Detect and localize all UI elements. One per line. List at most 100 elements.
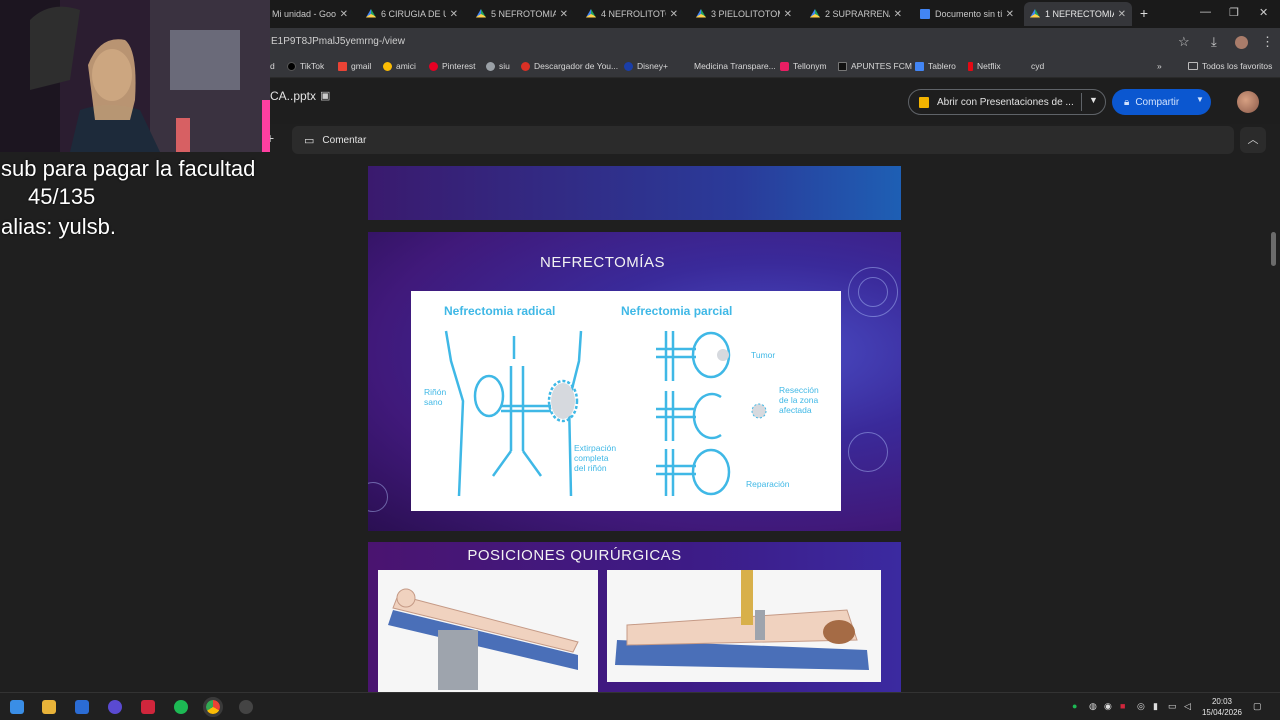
- minimize-icon[interactable]: —: [1200, 6, 1211, 18]
- download-icon[interactable]: ⤓: [1211, 34, 1217, 50]
- bookmark-siu[interactable]: siu: [486, 61, 510, 71]
- close-icon[interactable]: ✕: [894, 9, 902, 20]
- label-extirpacion-1: Extirpación: [574, 443, 616, 453]
- bookmark-label: Tablero: [928, 61, 956, 71]
- tab-label: 4 NEFROLITOTOM: [601, 9, 666, 19]
- tab-documento[interactable]: Documento sin tí ✕: [914, 2, 1020, 26]
- close-icon[interactable]: ✕: [1118, 9, 1126, 20]
- gmail-icon: [338, 61, 347, 71]
- network-icon[interactable]: ▭: [1168, 701, 1177, 712]
- bookmark-tablero[interactable]: Tablero: [915, 61, 956, 71]
- clock[interactable]: 20:03 15/04/2026: [1200, 696, 1244, 718]
- app-tray-icon[interactable]: ■: [1120, 701, 1125, 711]
- url-field[interactable]: E1P9T8JPmalJ5yemrng-/view: [271, 36, 405, 47]
- radical-title: Nefrectomia radical: [444, 304, 555, 318]
- bookmark-apuntes[interactable]: APUNTES FCM: [838, 61, 912, 71]
- bookmark-gmail[interactable]: gmail: [338, 61, 371, 71]
- label-tumor: Tumor: [751, 350, 775, 360]
- avatar[interactable]: [1237, 91, 1259, 113]
- tab-cirugia[interactable]: 6 CIRUGIA DE URI ✕: [360, 2, 464, 26]
- open-with-button[interactable]: Abrir con Presentaciones de ... ▼: [908, 89, 1106, 115]
- tab-label: 3 PIELOLITOTOM: [711, 9, 780, 19]
- tab-nefrotomia[interactable]: 5 NEFROTOMIA+I ✕: [470, 2, 574, 26]
- kidney-rest: [755, 610, 765, 640]
- bookmark-amici[interactable]: amici: [383, 61, 416, 71]
- close-icon[interactable]: ✕: [784, 9, 792, 20]
- taskbar: ● ◍ ◉ ■ ◎ ▮ ▭ ◁ 20:03 15/04/2026 ▢: [0, 692, 1280, 720]
- drive-icon: [586, 9, 596, 18]
- bookmark-label: Medicina Transpare...: [694, 61, 776, 71]
- tab-nefrolitotomia[interactable]: 4 NEFROLITOTOM ✕: [580, 2, 684, 26]
- more-bookmarks-icon[interactable]: »: [1157, 61, 1162, 71]
- label-reseccion-3: afectada: [779, 405, 812, 415]
- lateral-position-image: [607, 570, 881, 682]
- menu-icon[interactable]: ⋮: [1261, 34, 1274, 50]
- obs-icon[interactable]: [239, 700, 253, 714]
- comment-button[interactable]: Comentar: [322, 135, 366, 146]
- notification-icon[interactable]: ▢: [1253, 701, 1262, 712]
- volume-icon[interactable]: ◁: [1184, 701, 1191, 712]
- disney-icon: [624, 61, 633, 71]
- bookmark-label: amici: [396, 61, 416, 71]
- spotify-tray-icon[interactable]: ●: [1072, 701, 1077, 711]
- app-icon[interactable]: [141, 700, 155, 714]
- whatsapp-tray-icon[interactable]: ◍: [1089, 701, 1097, 712]
- nephrectomy-diagram: Nefrectomia radical Nefrectomia parcial …: [411, 291, 841, 511]
- chevron-down-icon[interactable]: ▼: [1089, 95, 1098, 105]
- webcam-feed: [0, 0, 270, 152]
- lock-icon: 🔒︎: [1124, 96, 1130, 108]
- spotify-icon[interactable]: [174, 700, 188, 714]
- tab-pielolitotomia[interactable]: 3 PIELOLITOTOM ✕: [690, 2, 798, 26]
- all-bookmarks[interactable]: Todos los favoritos: [1188, 61, 1272, 71]
- decor-ring: [858, 277, 888, 307]
- tellonym-icon: [780, 61, 789, 71]
- chrome-tray-icon[interactable]: ◎: [1137, 701, 1145, 712]
- mic-tray-icon[interactable]: ▮: [1153, 701, 1158, 712]
- bookmark-label: Disney+: [637, 61, 668, 71]
- store-icon[interactable]: [75, 700, 89, 714]
- drive-icon: [476, 9, 486, 18]
- file-explorer-icon[interactable]: [42, 700, 56, 714]
- chevron-down-icon[interactable]: ▼: [1196, 95, 1204, 104]
- profile-icon[interactable]: [1235, 36, 1248, 49]
- tab-suprarrenal[interactable]: 2 SUPRARRENALI ✕: [804, 2, 908, 26]
- netflix-icon: [968, 61, 973, 71]
- star-icon[interactable]: ☆: [1178, 34, 1190, 50]
- bookmark-cyd[interactable]: cyd: [1018, 61, 1044, 71]
- tab-label: 1 NEFRECTOMIA: [1045, 9, 1114, 19]
- docs-icon: [920, 9, 930, 19]
- chrome-profile-icon[interactable]: [108, 700, 122, 714]
- slide-2: NEFRECTOMÍAS Nefrectomia radical Nefrect…: [368, 232, 901, 531]
- close-icon[interactable]: ✕: [560, 9, 568, 20]
- bookmark-label: Descargador de You...: [534, 61, 619, 71]
- pinterest-icon: [429, 61, 438, 71]
- bookmark-medicina[interactable]: Medicina Transpare...: [681, 61, 776, 71]
- folder-icon[interactable]: ▣: [320, 89, 330, 102]
- close-window-icon[interactable]: ✕: [1259, 6, 1268, 19]
- tab-nefrectomia-active[interactable]: 1 NEFRECTOMIA ✕: [1024, 2, 1132, 26]
- close-icon[interactable]: ✕: [1006, 9, 1014, 20]
- chevron-up-icon[interactable]: ︿: [1240, 127, 1266, 153]
- restore-icon[interactable]: ❐: [1229, 6, 1239, 19]
- bookmark-disney[interactable]: Disney+: [624, 61, 668, 71]
- bookmark-netflix[interactable]: Netflix: [968, 61, 1001, 71]
- windows-start-icon[interactable]: [10, 700, 24, 714]
- scrollbar-thumb[interactable]: [1271, 232, 1276, 266]
- share-button[interactable]: 🔒︎ Compartir ▼: [1112, 89, 1211, 115]
- bookmark-descargador[interactable]: Descargador de You...: [521, 61, 618, 71]
- bookmark-pinterest[interactable]: Pinterest: [429, 61, 476, 71]
- close-icon[interactable]: ✕: [340, 9, 348, 20]
- tab-mi-unidad[interactable]: Mi unidad - Goog ✕: [266, 2, 354, 26]
- close-icon[interactable]: ✕: [450, 9, 458, 20]
- chrome-icon[interactable]: [203, 697, 223, 717]
- bookmark-label: APUNTES FCM: [851, 61, 912, 71]
- new-tab-button[interactable]: +: [1136, 5, 1152, 21]
- support-strap: [741, 570, 753, 625]
- bookmark-item[interactable]: d: [270, 61, 275, 71]
- bookmark-tellonym[interactable]: Tellonym: [780, 61, 827, 71]
- close-icon[interactable]: ✕: [670, 9, 678, 20]
- bookmark-tiktok[interactable]: TikTok: [287, 61, 324, 71]
- discord-tray-icon[interactable]: ◉: [1104, 701, 1112, 712]
- clock-time: 20:03: [1211, 697, 1233, 706]
- decor-ring: [848, 432, 888, 472]
